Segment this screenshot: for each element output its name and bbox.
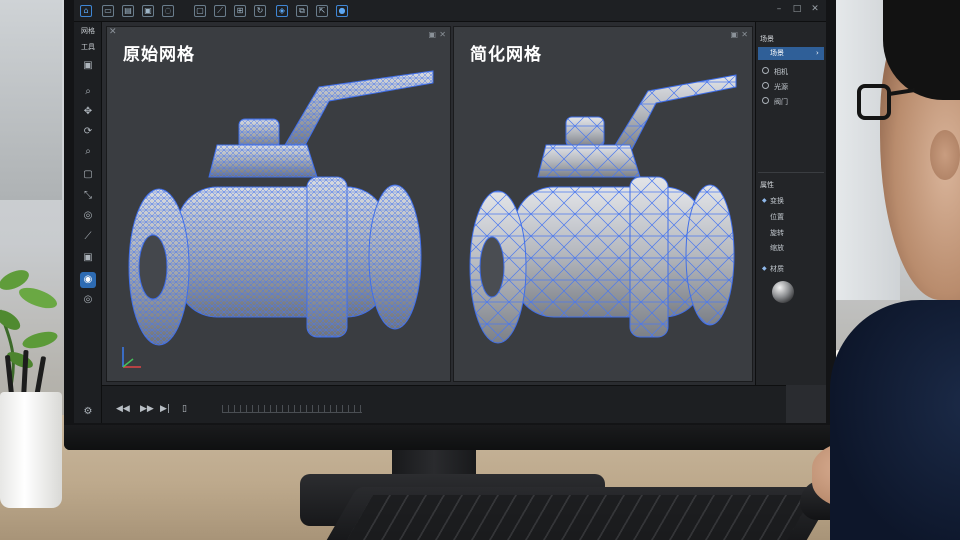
scene-item-camera[interactable]: 相机	[774, 67, 788, 77]
mesh-view-icon[interactable]: ◈	[276, 5, 288, 17]
pen-cup	[0, 392, 62, 508]
save-icon[interactable]: ▣	[142, 5, 154, 17]
eye-icon[interactable]	[762, 82, 769, 89]
left-toolbar: 网格 工具 ▣ ⌕ ✥ ⟳ ⌕ ▢ ⤡ ◎ ⟋ ▣ ◉ ◎ ⚙	[74, 22, 102, 423]
background-wall	[0, 0, 62, 200]
eyeglasses	[857, 84, 915, 120]
top-toolbar: ⌂ ▭ ▤ ▣ ◌ ▢ ⟋ ⊞ ↻ ◈ ⧉ ⇱ ● – □ ✕	[74, 0, 826, 22]
section-marker-icon: ◆	[762, 265, 767, 272]
axis-gizmo-icon	[122, 347, 141, 368]
eye-icon[interactable]	[762, 97, 769, 104]
rewind-icon[interactable]: ◀◀	[116, 404, 130, 414]
minimize-icon[interactable]: –	[774, 4, 784, 14]
window-icon[interactable]: ▢	[194, 5, 206, 17]
valve-model-simplified	[469, 74, 737, 344]
folder-icon[interactable]: ▭	[102, 5, 114, 17]
water-drop-icon[interactable]: ●	[336, 5, 348, 17]
maximize-icon[interactable]: □	[792, 4, 802, 14]
person-shoulder	[830, 300, 960, 540]
section-marker-icon: ◆	[762, 197, 767, 204]
play-icon[interactable]: ▶▶	[140, 404, 154, 414]
right-panel: 场景 场景 › 相机 光源 阀门 属性 ◆ 变换 位置 旋转 缩放 ◆ 材质	[755, 22, 826, 385]
property-scale[interactable]: 缩放	[770, 243, 784, 253]
tab-mesh[interactable]: 网格	[77, 24, 99, 39]
valve-model-dense	[128, 70, 434, 346]
search-icon[interactable]: ⌕	[80, 144, 96, 160]
tab-tools[interactable]: 工具	[77, 40, 99, 55]
section-material[interactable]: 材质	[770, 264, 784, 274]
close-window-icon[interactable]: ✕	[810, 4, 820, 14]
material-preview-sphere[interactable]	[772, 281, 794, 303]
export-icon[interactable]: ⇱	[316, 5, 328, 17]
property-rotation[interactable]: 旋转	[770, 228, 784, 238]
office-scene: ⌂ ▭ ▤ ▣ ◌ ▢ ⟋ ⊞ ↻ ◈ ⧉ ⇱ ● – □ ✕ 网格 工具 ▣ …	[0, 0, 960, 540]
home-icon[interactable]: ⌂	[80, 5, 92, 17]
camera-icon[interactable]: ◉	[80, 272, 96, 288]
property-position[interactable]: 位置	[770, 212, 784, 222]
snapshot-icon[interactable]: ▣	[80, 250, 96, 266]
transform-icon[interactable]: ⤡	[80, 188, 96, 204]
measure-icon[interactable]: ⟋	[214, 5, 226, 17]
viewport-original[interactable]: ✕ ▣ ✕ 原始网格	[106, 26, 451, 382]
keyboard-keys	[347, 495, 813, 540]
scene-item-light[interactable]: 光源	[774, 82, 788, 92]
viewport-simplified[interactable]: ▣ ✕ 简化网格	[453, 26, 753, 382]
frame-icon[interactable]: ▢	[80, 167, 96, 183]
person-ear	[930, 130, 960, 180]
scene-panel-title: 场景	[760, 35, 774, 43]
scene-tree-root[interactable]: 场景	[758, 47, 824, 60]
render-icon[interactable]: ◎	[80, 292, 96, 308]
step-forward-icon[interactable]: ▶|	[160, 404, 170, 414]
pan-icon[interactable]: ✥	[80, 104, 96, 120]
rotate-view-icon[interactable]: ⟳	[80, 124, 96, 140]
section-transform[interactable]: 变换	[770, 196, 784, 206]
orbit-icon[interactable]: ◎	[80, 208, 96, 224]
line-tool-icon[interactable]: ⟋	[80, 229, 96, 245]
keyframe-icon[interactable]: ▯	[182, 404, 187, 414]
eye-icon[interactable]	[762, 67, 769, 74]
monitor-chin	[64, 425, 836, 450]
select-icon[interactable]: ◌	[162, 5, 174, 17]
scene-item-valve[interactable]: 阀门	[774, 97, 788, 107]
properties-panel-title: 属性	[760, 181, 774, 189]
settings-icon[interactable]: ⚙	[80, 404, 96, 420]
zoom-icon[interactable]: ⌕	[80, 84, 96, 100]
expand-icon[interactable]: ›	[816, 49, 819, 57]
monitor-screen: ⌂ ▭ ▤ ▣ ◌ ▢ ⟋ ⊞ ↻ ◈ ⧉ ⇱ ● – □ ✕ 网格 工具 ▣ …	[74, 0, 826, 423]
copy-icon[interactable]: ⧉	[296, 5, 308, 17]
open-icon[interactable]: ▤	[122, 5, 134, 17]
timeline-track[interactable]	[222, 405, 362, 413]
object-icon[interactable]: ▣	[80, 58, 96, 74]
grid-icon[interactable]: ⊞	[234, 5, 246, 17]
timeline-bar: ◀◀ ▶▶ ▶| ▯	[102, 385, 786, 423]
refresh-icon[interactable]: ↻	[254, 5, 266, 17]
panel-divider	[758, 172, 824, 173]
